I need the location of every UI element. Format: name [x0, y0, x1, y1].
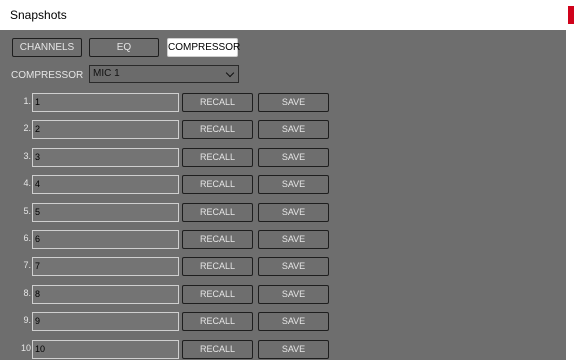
snapshot-number: 9.	[23, 315, 31, 325]
tab-compressor[interactable]: COMPRESSOR	[167, 38, 240, 57]
recall-button[interactable]: RECALL	[182, 312, 253, 331]
recall-button[interactable]: RECALL	[182, 285, 253, 304]
recall-button[interactable]: RECALL	[182, 203, 253, 222]
snapshot-row: 7. 7 RECALL SAVE	[0, 257, 566, 276]
snapshot-number: 1.	[23, 96, 31, 106]
save-button[interactable]: SAVE	[258, 120, 329, 139]
snapshot-name-field[interactable]: 6	[32, 230, 179, 249]
snapshot-name-field[interactable]: 1	[32, 93, 179, 112]
compressor-channel-select[interactable]: MIC 1	[89, 65, 239, 83]
snapshots-panel: CHANNELS EQ COMPRESSOR COMPRESSOR MIC 1 …	[0, 30, 566, 360]
snapshot-number: 3.	[23, 151, 31, 161]
snapshot-name-field[interactable]: 10	[32, 340, 179, 359]
snapshot-number: 5.	[23, 206, 31, 216]
snapshot-number: 2.	[23, 123, 31, 133]
recall-button[interactable]: RECALL	[182, 148, 253, 167]
snapshot-name-field[interactable]: 3	[32, 148, 179, 167]
tab-eq[interactable]: EQ	[89, 38, 159, 57]
snapshot-name-field[interactable]: 7	[32, 257, 179, 276]
tab-channels[interactable]: CHANNELS	[12, 38, 82, 57]
snapshot-row: 1. 1 RECALL SAVE	[0, 93, 566, 112]
snapshot-row: 8. 8 RECALL SAVE	[0, 285, 566, 304]
save-button[interactable]: SAVE	[258, 93, 329, 112]
snapshot-row: 9. 9 RECALL SAVE	[0, 312, 566, 331]
save-button[interactable]: SAVE	[258, 285, 329, 304]
snapshot-row: 6. 6 RECALL SAVE	[0, 230, 566, 249]
window-accent-marker	[568, 6, 574, 24]
window-title: Snapshots	[10, 8, 67, 22]
snapshot-number: 6.	[23, 233, 31, 243]
snapshot-name-field[interactable]: 5	[32, 203, 179, 222]
save-button[interactable]: SAVE	[258, 148, 329, 167]
recall-button[interactable]: RECALL	[182, 120, 253, 139]
snapshot-number: 7.	[23, 260, 31, 270]
snapshot-name-field[interactable]: 9	[32, 312, 179, 331]
chevron-down-icon	[225, 68, 235, 78]
save-button[interactable]: SAVE	[258, 175, 329, 194]
snapshot-row: 10 10 RECALL SAVE	[0, 340, 566, 359]
save-button[interactable]: SAVE	[258, 203, 329, 222]
save-button[interactable]: SAVE	[258, 312, 329, 331]
snapshot-name-field[interactable]: 4	[32, 175, 179, 194]
snapshot-number: 8.	[23, 288, 31, 298]
save-button[interactable]: SAVE	[258, 257, 329, 276]
snapshot-number: 10	[20, 343, 31, 353]
save-button[interactable]: SAVE	[258, 230, 329, 249]
recall-button[interactable]: RECALL	[182, 230, 253, 249]
recall-button[interactable]: RECALL	[182, 175, 253, 194]
snapshot-name-field[interactable]: 2	[32, 120, 179, 139]
snapshot-row: 3. 3 RECALL SAVE	[0, 148, 566, 167]
title-bar: Snapshots	[0, 0, 574, 30]
compressor-label: COMPRESSOR	[11, 70, 84, 81]
recall-button[interactable]: RECALL	[182, 257, 253, 276]
compressor-selected-value: MIC 1	[93, 68, 120, 79]
snapshot-row: 5. 5 RECALL SAVE	[0, 203, 566, 222]
snapshot-row: 4. 4 RECALL SAVE	[0, 175, 566, 194]
window-edge	[566, 30, 574, 360]
snapshot-name-field[interactable]: 8	[32, 285, 179, 304]
snapshot-number: 4.	[23, 178, 31, 188]
save-button[interactable]: SAVE	[258, 340, 329, 359]
snapshot-row: 2. 2 RECALL SAVE	[0, 120, 566, 139]
recall-button[interactable]: RECALL	[182, 340, 253, 359]
recall-button[interactable]: RECALL	[182, 93, 253, 112]
